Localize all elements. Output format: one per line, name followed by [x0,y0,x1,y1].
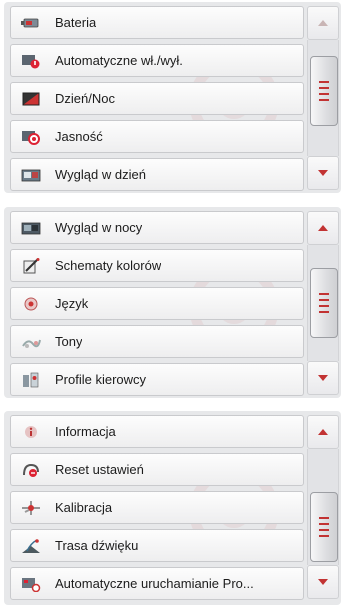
scroll-thumb[interactable] [310,268,338,338]
scroll-up-button[interactable] [307,211,339,245]
menu-item-label: Kalibracja [55,500,113,515]
chevron-down-icon [318,170,328,176]
menu-item-tony[interactable]: Tony [10,325,304,358]
scroll-up-button[interactable] [307,415,339,449]
menu-item-label: Tony [55,334,83,349]
menu-item-label: Automatyczne uruchamianie Pro... [55,576,254,591]
menu-item-label: Schematy kolorów [55,258,162,273]
autostart-icon [21,576,41,592]
calibration-icon [21,500,41,516]
menu-item-label: Bateria [55,15,97,30]
scroll-down-button[interactable] [307,565,339,599]
menu-item-jasnosc[interactable]: Jasność [10,120,304,153]
menu-item-label: Informacja [55,424,116,439]
settings-panel-3: Informacja Reset ustawień Kalibracja Tra… [4,411,341,605]
scroll-track[interactable] [307,40,339,156]
menu-item-jezyk[interactable]: Język [10,287,304,320]
menu-item-profile-kierowcy[interactable]: Profile kierowcy [10,363,304,396]
chevron-up-icon [318,20,328,26]
driver-profile-icon [21,372,41,388]
menu-item-label: Profile kierowcy [55,372,147,387]
brightness-icon [21,129,41,145]
language-icon [21,296,41,312]
scroll-up-button[interactable] [307,6,339,40]
menu-item-automatyczne-wl-wyl[interactable]: Automatyczne wł./wył. [10,44,304,77]
scroll-thumb[interactable] [310,492,338,562]
menu-item-label: Automatyczne wł./wył. [55,53,183,68]
menu-item-bateria[interactable]: Bateria [10,6,304,39]
tones-icon [21,334,41,350]
menu-item-label: Dzień/Noc [55,91,115,106]
scroll-down-button[interactable] [307,361,339,395]
menu-item-dzien-noc[interactable]: Dzień/Noc [10,82,304,115]
scroll-down-button[interactable] [307,156,339,190]
menu-item-wyglad-w-nocy[interactable]: Wygląd w nocy [10,211,304,244]
info-icon [21,424,41,440]
menu-item-informacja[interactable]: Informacja [10,415,304,448]
chevron-up-icon [318,429,328,435]
menu-item-label: Wygląd w dzień [55,167,146,182]
menu-item-schematy-kolorow[interactable]: Schematy kolorów [10,249,304,282]
chevron-up-icon [318,225,328,231]
settings-panel-2: Wygląd w nocy Schematy kolorów Język Ton… [4,207,341,398]
menu-item-automatyczne-uruchamianie[interactable]: Automatyczne uruchamianie Pro... [10,567,304,600]
battery-icon [21,15,41,31]
menu-item-label: Wygląd w nocy [55,220,143,235]
menu-item-wyglad-w-dzien[interactable]: Wygląd w dzień [10,158,304,191]
menu-item-label: Trasa dźwięku [55,538,139,553]
power-timer-icon [21,53,41,69]
chevron-down-icon [318,579,328,585]
sound-route-icon [21,538,41,554]
scroll-track[interactable] [307,245,339,361]
day-view-icon [21,167,41,183]
menu-item-label: Reset ustawień [55,462,144,477]
menu-item-reset-ustawien[interactable]: Reset ustawień [10,453,304,486]
night-view-icon [21,220,41,236]
scroll-thumb[interactable] [310,56,338,126]
reset-icon [21,462,41,478]
menu-item-kalibracja[interactable]: Kalibracja [10,491,304,524]
day-night-icon [21,91,41,107]
settings-panel-1: Bateria Automatyczne wł./wył. Dzień/Noc … [4,2,341,193]
color-scheme-icon [21,257,41,274]
menu-item-label: Jasność [55,129,103,144]
scroll-track[interactable] [307,449,339,565]
menu-item-label: Język [55,296,89,311]
menu-item-trasa-dzwieku[interactable]: Trasa dźwięku [10,529,304,562]
chevron-down-icon [318,375,328,381]
